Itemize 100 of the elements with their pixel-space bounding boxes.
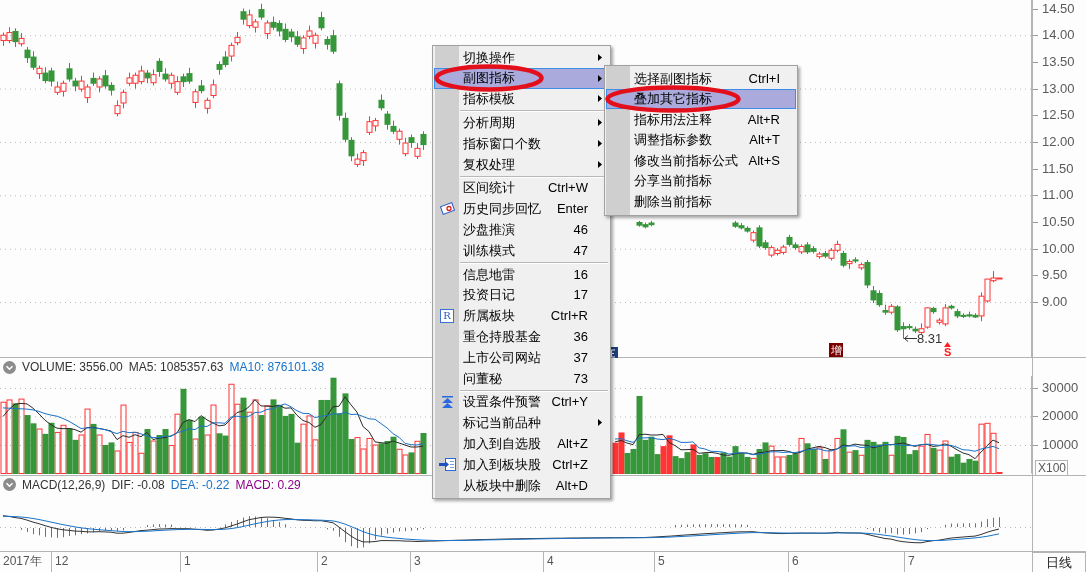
axis-label: 10.50 xyxy=(1041,214,1075,229)
bar xyxy=(822,458,829,474)
month-label: 12 xyxy=(51,552,180,572)
shortcut-label: Alt+D xyxy=(555,476,589,495)
bar xyxy=(690,444,697,474)
month-label: 2 xyxy=(317,552,410,572)
letter-tile-icon: R xyxy=(440,308,454,323)
month-label: 4 xyxy=(543,552,654,572)
bar xyxy=(240,397,247,474)
menu-item[interactable]: R 所属板块 Ctrl+R xyxy=(434,305,609,327)
candlestick xyxy=(12,27,19,48)
menu-item[interactable]: 投资日记 17 xyxy=(434,284,609,306)
candlestick xyxy=(342,112,349,143)
shortcut-label: Ctrl+W xyxy=(547,179,589,198)
candlestick xyxy=(348,136,355,162)
menu-item[interactable]: 指标模板 xyxy=(434,88,609,110)
bar xyxy=(264,405,271,474)
shortcut-label: 16 xyxy=(573,265,589,284)
bar xyxy=(930,447,937,474)
menu-item[interactable]: 修改当前指标公式 Alt+S xyxy=(606,150,796,171)
shortcut-label: Ctrl+Y xyxy=(551,393,589,412)
menu-item[interactable]: 选择副图指标 Ctrl+I xyxy=(606,68,796,89)
chevron-down-icon[interactable] xyxy=(3,360,16,374)
shortcut-label: 46 xyxy=(573,221,589,240)
bar xyxy=(846,451,853,474)
candlestick xyxy=(318,11,325,31)
menu-item[interactable]: 信息地雷 16 xyxy=(434,263,609,285)
menu-item[interactable]: 切换操作 xyxy=(434,47,609,68)
bar xyxy=(150,440,157,474)
axis-label: 9.00 xyxy=(1041,294,1068,309)
unit-label: X100 xyxy=(1035,460,1068,476)
up-arrow-icon xyxy=(944,342,952,347)
indicator-value: DEA: -0.22 xyxy=(170,476,230,494)
bar xyxy=(144,429,151,474)
axis-label: 14.00 xyxy=(1041,28,1075,43)
shortcut-label: 17 xyxy=(573,286,589,305)
shortcut-label: Ctrl+R xyxy=(550,307,589,326)
axis-label: 12.00 xyxy=(1041,134,1075,149)
candlestick xyxy=(420,130,427,151)
shortcut-label: 47 xyxy=(573,241,589,260)
period-button[interactable]: 日线 xyxy=(1032,552,1086,572)
menu-item[interactable]: 加入到板块股 Ctrl+Z xyxy=(434,454,609,475)
month-label: 1 xyxy=(180,552,317,572)
bar xyxy=(18,398,25,474)
low-price-label: 8.31 xyxy=(917,331,943,346)
menu-item[interactable]: 上市公司网站 37 xyxy=(434,347,609,368)
menu-item[interactable]: 设置条件预警 Ctrl+Y xyxy=(434,391,609,413)
menu-item[interactable]: 指标用法注释 Alt+R xyxy=(606,109,796,130)
menu-item[interactable]: 调整指标参数 Alt+T xyxy=(606,129,796,150)
menu-item[interactable]: 从板块中删除 Alt+D xyxy=(434,474,609,496)
axis-label: 11.00 xyxy=(1041,188,1074,203)
axis-label: 30000 xyxy=(1041,380,1079,395)
axis-label: 9.50 xyxy=(1041,268,1068,283)
menu-item[interactable]: 分享当前指标 xyxy=(606,170,796,191)
menu-item[interactable]: 问董秘 73 xyxy=(434,367,609,389)
shortcut-label: Enter xyxy=(556,200,589,219)
shortcut-label: Alt+Z xyxy=(557,435,589,453)
month-label: 5 xyxy=(654,552,788,572)
shortcut-label: Alt+S xyxy=(748,151,781,170)
event-tag[interactable]: 增 xyxy=(829,343,843,357)
bar xyxy=(90,423,97,474)
bar xyxy=(840,429,847,474)
candlestick xyxy=(384,110,391,131)
candlestick xyxy=(156,57,163,78)
bar xyxy=(96,434,103,474)
month-label: 6 xyxy=(788,552,904,572)
shortcut-label: Ctrl+I xyxy=(748,69,781,88)
bar xyxy=(798,437,805,474)
bar xyxy=(858,454,865,474)
shortcut-label: Alt+T xyxy=(749,131,781,149)
indicator-value: MACD(12,26,9) xyxy=(22,476,106,494)
bar xyxy=(198,416,205,474)
indicator-value: MA10: 876101.38 xyxy=(229,359,325,376)
menu-item[interactable]: 标记当前品种 xyxy=(434,412,609,434)
menu-item[interactable]: 删除当前指标 xyxy=(606,191,796,212)
axis-label: 10.00 xyxy=(1041,241,1075,256)
bar xyxy=(408,452,415,474)
menu-item[interactable]: 指标窗口个数 xyxy=(434,133,609,154)
indicator-value: VOLUME: 3556.00 xyxy=(22,359,123,376)
menu-item[interactable]: 历史同步回忆 Enter xyxy=(434,198,609,220)
signal-label[interactable]: S xyxy=(944,347,952,357)
bar xyxy=(12,403,19,474)
shortcut-label: 36 xyxy=(573,328,589,346)
shortcut-label: Ctrl+Z xyxy=(552,455,589,474)
menu-item[interactable]: 沙盘推演 46 xyxy=(434,219,609,241)
shortcut-label: Alt+R xyxy=(747,110,781,129)
axis-label: 12.50 xyxy=(1041,108,1075,123)
bar xyxy=(852,450,859,474)
menu-item[interactable]: 重仓持股基金 36 xyxy=(434,326,609,348)
menu-item[interactable]: 加入到自选股 Alt+Z xyxy=(434,433,609,455)
indicator-value: MA5: 1085357.63 xyxy=(128,359,224,376)
menu-item[interactable]: 复权处理 xyxy=(434,154,609,175)
chevron-down-icon[interactable] xyxy=(3,478,16,491)
bar xyxy=(414,440,421,474)
bar xyxy=(888,454,895,474)
axis-label: 13.50 xyxy=(1041,54,1075,69)
menu-item[interactable]: 分析周期 xyxy=(434,112,609,134)
menu-item[interactable]: 训练模式 47 xyxy=(434,240,609,261)
candlestick xyxy=(864,259,871,289)
bar xyxy=(258,415,265,474)
